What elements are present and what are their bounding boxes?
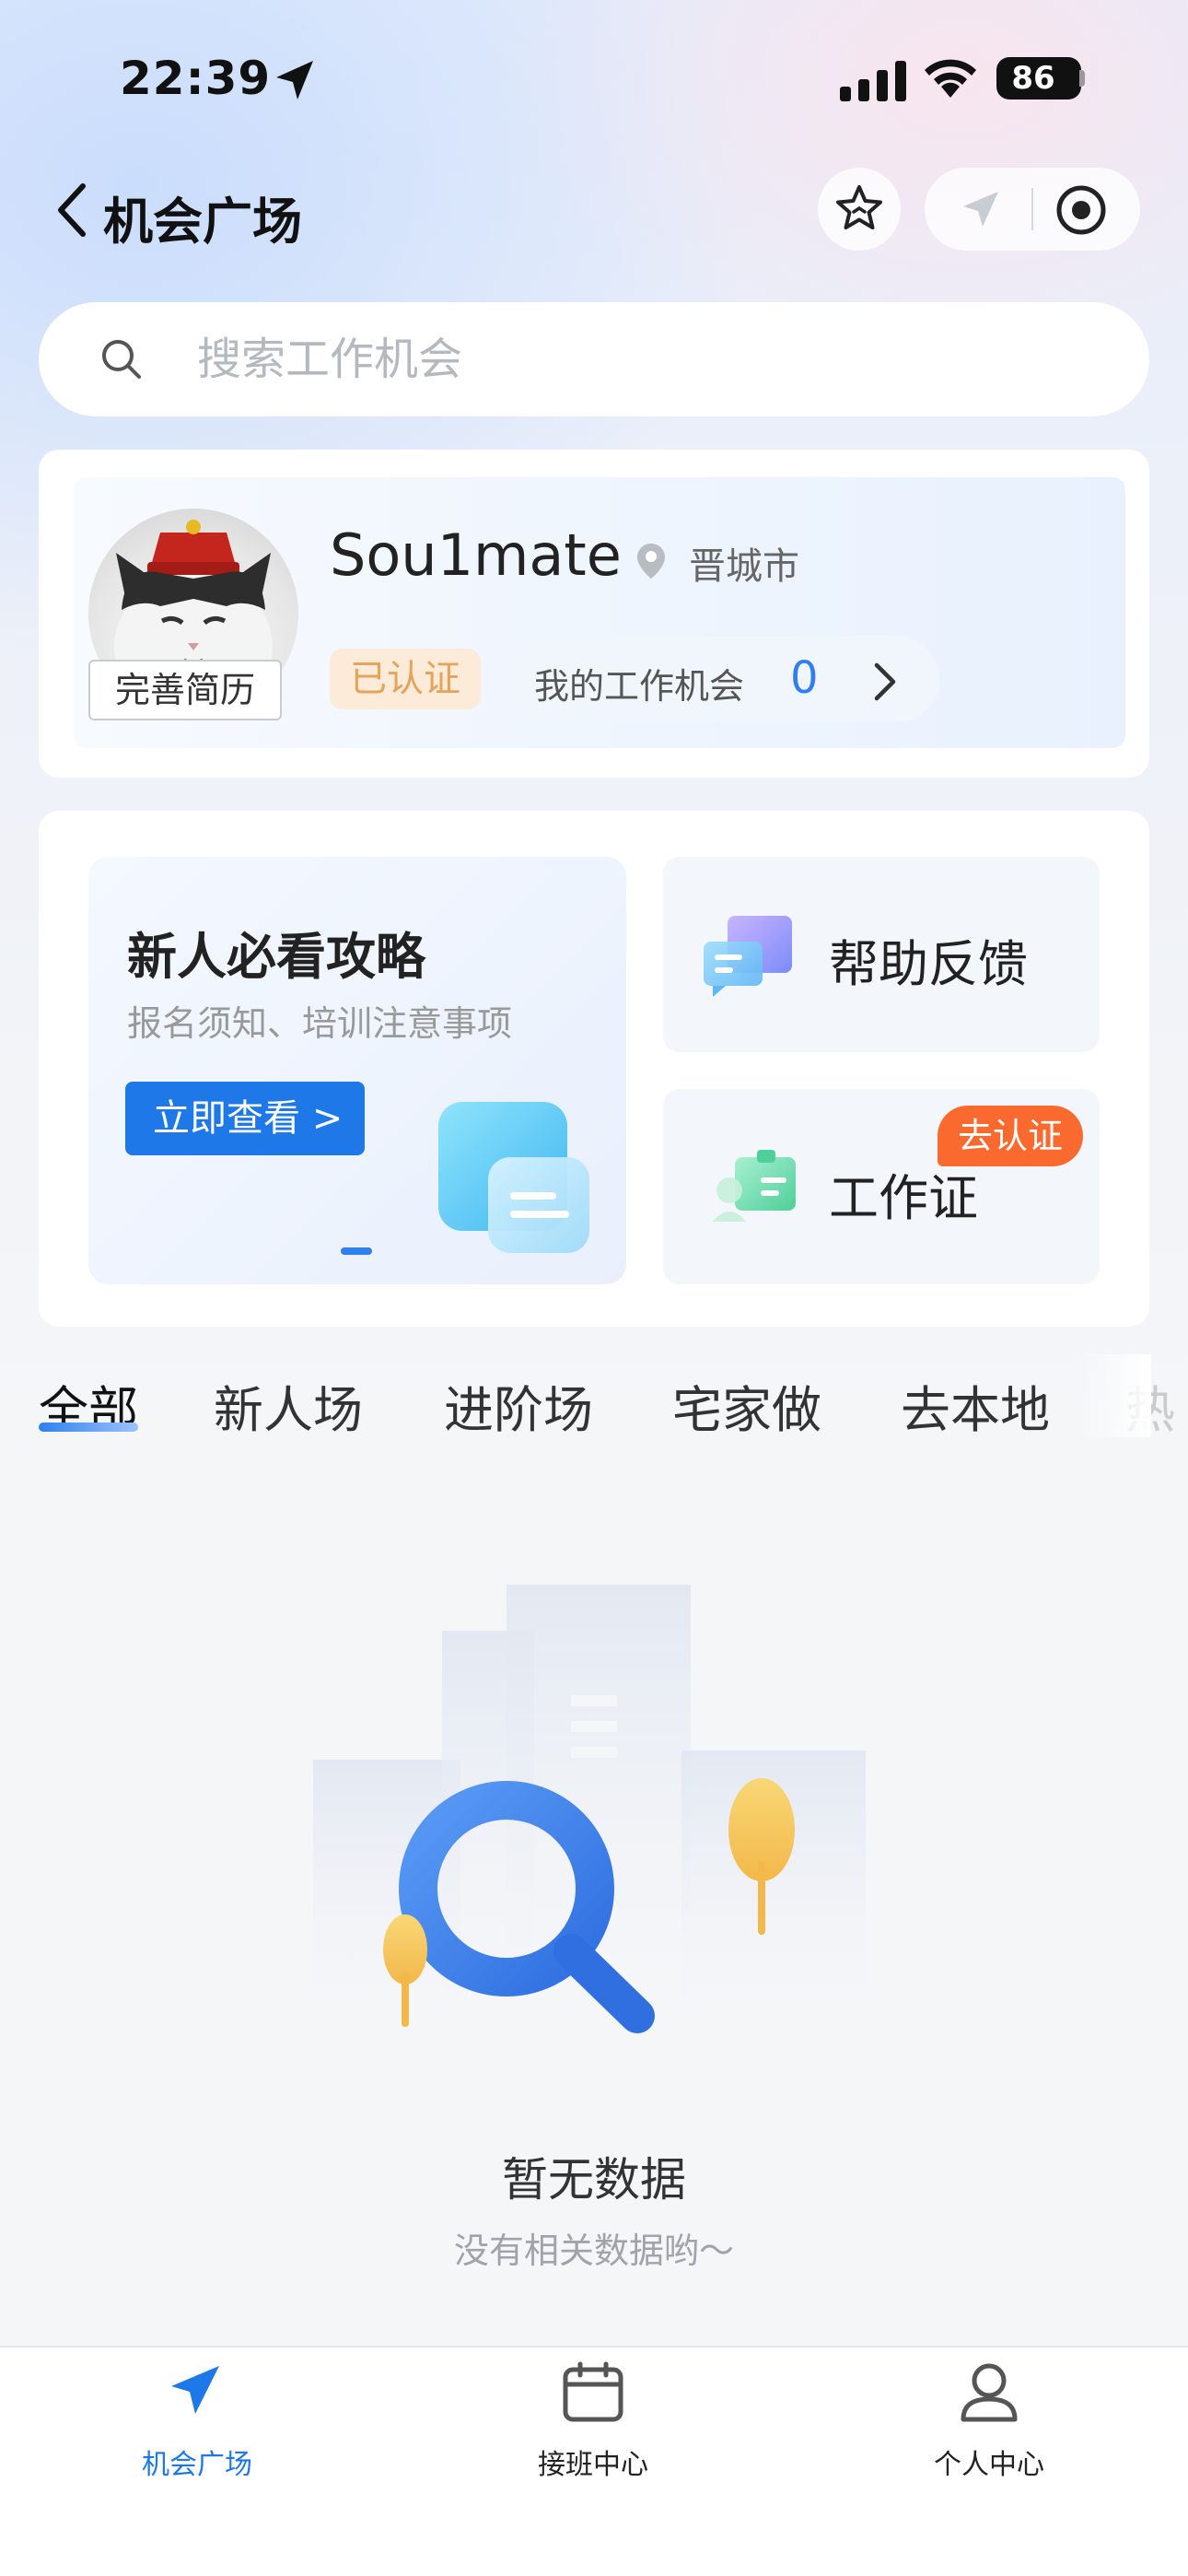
bottom-nav-label-opportunities: 机会广场 bbox=[142, 2449, 252, 2481]
bottom-nav-label-profile: 个人中心 bbox=[934, 2449, 1044, 2481]
empty-state-subtitle: 没有相关数据哟～ bbox=[453, 2231, 734, 2271]
username: Sou1mate bbox=[330, 521, 622, 589]
bottom-nav-label-shift-center: 接班中心 bbox=[538, 2449, 648, 2481]
capsule-divider bbox=[1031, 188, 1033, 230]
active-tab-underline bbox=[39, 1423, 138, 1432]
battery-tail bbox=[1079, 70, 1085, 87]
share-arrow-icon[interactable] bbox=[960, 188, 1002, 230]
calendar-icon bbox=[563, 2361, 623, 2422]
cellular-signal-icon bbox=[840, 61, 906, 101]
tab-work-from-home[interactable]: 宅家做 bbox=[672, 1369, 821, 1442]
feedback-chat-icon bbox=[704, 916, 792, 997]
my-opportunities-count: 0 bbox=[790, 652, 819, 704]
city-label: 晋城市 bbox=[689, 545, 799, 588]
person-icon bbox=[961, 2363, 1018, 2422]
guide-subtitle: 报名须知、培训注意事项 bbox=[127, 1003, 513, 1044]
chevron-right-icon bbox=[874, 662, 896, 701]
location-arrow-icon bbox=[276, 61, 313, 100]
send-icon bbox=[171, 2366, 219, 2414]
favorite-button[interactable] bbox=[818, 168, 901, 251]
id-card-icon bbox=[713, 1150, 796, 1222]
my-opportunities-label: 我的工作机会 bbox=[534, 666, 745, 707]
empty-state-title: 暂无数据 bbox=[502, 2153, 686, 2207]
carousel-indicator bbox=[341, 1247, 372, 1255]
search-icon bbox=[102, 340, 141, 379]
wifi-icon bbox=[925, 59, 976, 98]
tab-local[interactable]: 去本地 bbox=[901, 1369, 1050, 1442]
guide-title: 新人必看攻略 bbox=[127, 928, 425, 986]
tabs-fade-overlay bbox=[1077, 1354, 1151, 1437]
close-target-icon[interactable] bbox=[1054, 182, 1109, 238]
work-certificate-label: 工作证 bbox=[829, 1169, 978, 1227]
location-pin-icon bbox=[637, 544, 665, 579]
status-time: 22:39 bbox=[120, 52, 272, 105]
search-input[interactable] bbox=[197, 330, 1026, 389]
help-feedback-label: 帮助反馈 bbox=[829, 935, 1028, 993]
verified-badge: 已认证 bbox=[330, 649, 481, 709]
page-title: 机会广场 bbox=[103, 193, 302, 251]
tab-newcomer[interactable]: 新人场 bbox=[214, 1369, 363, 1442]
chat-bubble-illustration bbox=[438, 1102, 589, 1253]
complete-resume-button[interactable]: 完善简历 bbox=[88, 660, 282, 720]
go-verify-badge[interactable]: 去认证 bbox=[938, 1106, 1084, 1166]
tab-advanced[interactable]: 进阶场 bbox=[444, 1369, 593, 1442]
star-icon bbox=[836, 185, 882, 229]
view-now-button[interactable]: 立即查看 > bbox=[125, 1082, 365, 1155]
battery-indicator: 86 bbox=[996, 57, 1081, 100]
back-chevron-icon[interactable] bbox=[53, 181, 90, 240]
empty-search-illustration bbox=[313, 1585, 866, 2036]
